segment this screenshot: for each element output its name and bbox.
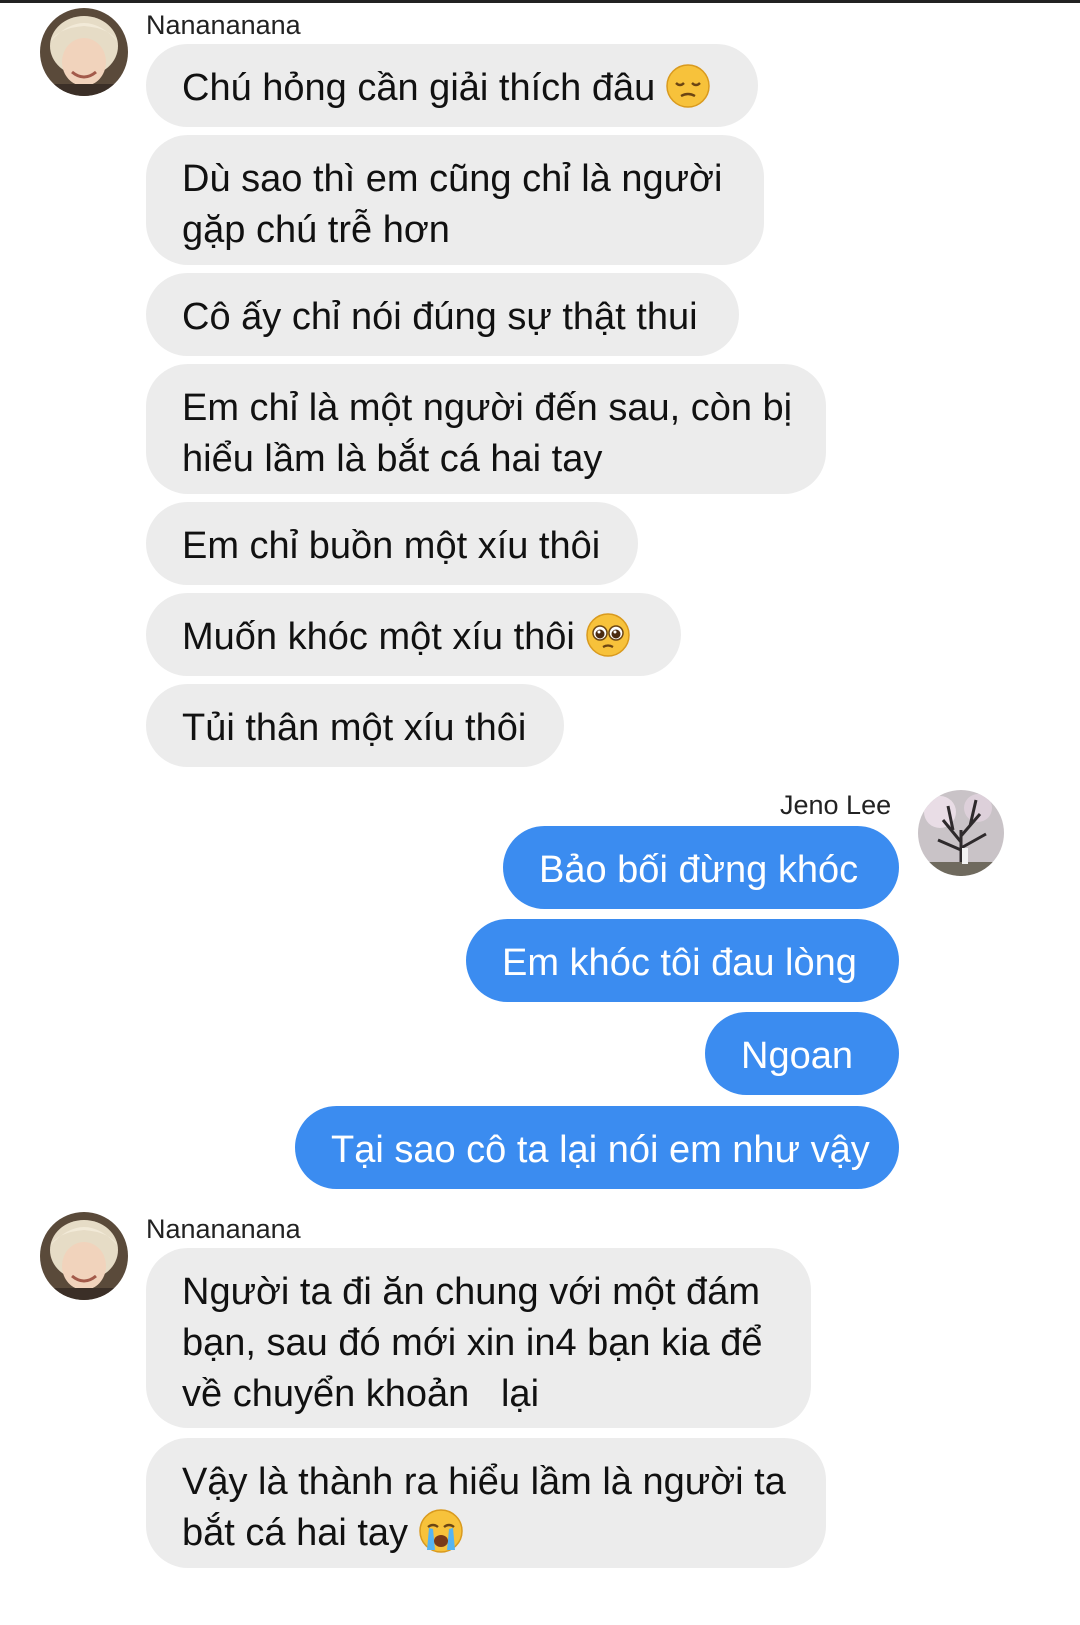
loudly-crying-face-icon xyxy=(418,1508,464,1554)
message-text: Tủi thân một xíu thôi xyxy=(182,707,527,749)
message-bubble-incoming[interactable]: Em chỉ buồn một xíu thôi xyxy=(146,502,638,585)
message-bubble-outgoing[interactable]: Em khóc tôi đau lòng xyxy=(466,919,899,1002)
message-text-line: bạn, sau đó mới xin in4 bạn kia để xyxy=(182,1322,763,1364)
message-text: Tại sao cô ta lại nói em như vậy xyxy=(331,1129,870,1171)
pensive-face-icon xyxy=(665,63,711,109)
contact-avatar[interactable] xyxy=(40,1212,128,1300)
contact-avatar-image xyxy=(40,8,128,96)
message-bubble-incoming[interactable]: Em chỉ là một người đến sau, còn bị hiểu… xyxy=(146,364,826,494)
self-avatar[interactable] xyxy=(918,790,1004,876)
message-text-line: bắt cá hai tay xyxy=(182,1512,409,1554)
contact-avatar[interactable] xyxy=(40,8,128,96)
contact-avatar-image xyxy=(40,1212,128,1300)
message-text-line: gặp chú trễ hơn xyxy=(182,209,450,251)
message-bubble-incoming[interactable]: Người ta đi ăn chung với một đám bạn, sa… xyxy=(146,1248,811,1428)
message-text-line: Dù sao thì em cũng chỉ là người xyxy=(182,158,723,200)
message-bubble-incoming[interactable]: Tủi thân một xíu thôi xyxy=(146,684,564,767)
message-text: Muốn khóc một xíu thôi xyxy=(182,616,575,658)
message-text: Em khóc tôi đau lòng xyxy=(502,942,857,984)
message-bubble-incoming[interactable]: Muốn khóc một xíu thôi xyxy=(146,593,681,676)
message-text: Em chỉ buồn một xíu thôi xyxy=(182,525,601,567)
sender-name-contact: Nanananana xyxy=(146,10,301,40)
message-bubble-incoming[interactable]: Chú hỏng cần giải thích đâu xyxy=(146,44,758,127)
message-text: Chú hỏng cần giải thích đâu xyxy=(182,67,656,109)
message-text: Bảo bối đừng khóc xyxy=(539,849,859,891)
self-avatar-image xyxy=(918,790,1004,876)
message-text: Ngoan xyxy=(741,1035,853,1077)
message-bubble-incoming[interactable]: Vậy là thành ra hiểu lầm là người ta bắt… xyxy=(146,1438,826,1568)
message-bubble-incoming[interactable]: Dù sao thì em cũng chỉ là người gặp chú … xyxy=(146,135,764,265)
message-bubble-outgoing[interactable]: Ngoan xyxy=(705,1012,899,1095)
message-bubble-incoming[interactable]: Cô ấy chỉ nói đúng sự thật thui xyxy=(146,273,739,356)
message-text-line: về chuyển khoản lại xyxy=(182,1373,540,1415)
message-text-line: hiểu lầm là bắt cá hai tay xyxy=(182,438,603,480)
sender-name-self: Jeno Lee xyxy=(780,790,892,820)
sender-name-contact: Nanananana xyxy=(146,1214,301,1244)
message-text-line: Vậy là thành ra hiểu lầm là người ta xyxy=(182,1461,786,1503)
message-text-line: Em chỉ là một người đến sau, còn bị xyxy=(182,387,793,429)
top-border xyxy=(0,0,1080,3)
message-bubble-outgoing[interactable]: Tại sao cô ta lại nói em như vậy xyxy=(295,1106,899,1189)
pleading-face-icon xyxy=(585,612,631,658)
message-text: Cô ấy chỉ nói đúng sự thật thui xyxy=(182,296,698,338)
message-bubble-outgoing[interactable]: Bảo bối đừng khóc xyxy=(503,826,899,909)
message-text-line: Người ta đi ăn chung với một đám xyxy=(182,1271,760,1313)
